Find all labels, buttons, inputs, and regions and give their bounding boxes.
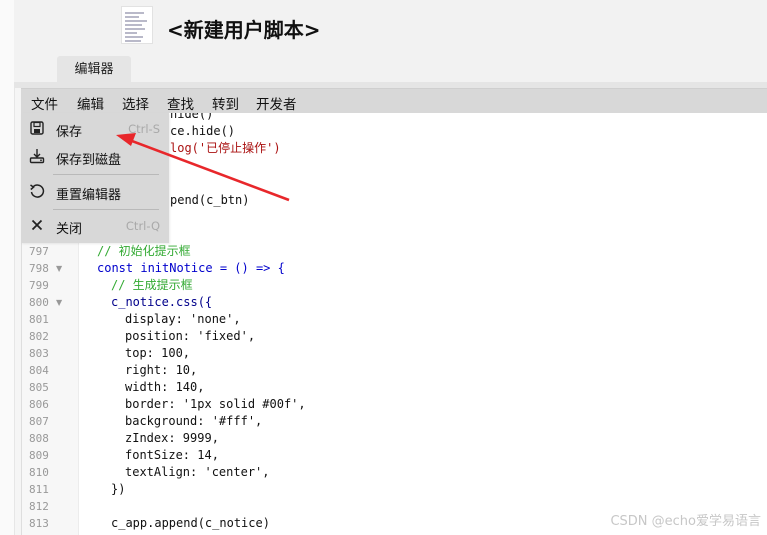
fold-arrow-icon[interactable]: ▼ [56, 264, 62, 273]
menu-goto[interactable]: 转到 [212, 93, 239, 113]
code-line: border: '1px solid #00f', [125, 397, 306, 411]
script-thumbnail [121, 6, 153, 44]
code-line: fontSize: 14, [125, 448, 219, 462]
line-number: 809 [29, 449, 49, 462]
code-line: zIndex: 9999, [125, 431, 219, 445]
line-number: 800 [29, 296, 49, 309]
line-number: 798 [29, 262, 49, 275]
code-line: top: 100, [125, 346, 191, 360]
tab-editor[interactable]: 编辑器 [57, 56, 131, 82]
code-line: display: 'none', [125, 312, 241, 326]
code-line: background: '#fff', [125, 414, 263, 428]
code-line: c_app.append(c_notice) [111, 516, 270, 530]
save-icon [30, 121, 44, 135]
code-line: position: 'fixed', [125, 329, 256, 343]
code-line: pend(c_btn) [170, 193, 250, 207]
code-line: ce.hide() [170, 124, 236, 138]
line-number: 803 [29, 347, 49, 360]
code-line: c_notice.css({ [111, 295, 213, 309]
menu-file[interactable]: 文件 [31, 93, 58, 113]
reset-icon [30, 184, 45, 198]
line-number: 807 [29, 415, 49, 428]
menu-developer[interactable]: 开发者 [256, 93, 297, 113]
menu-item-close[interactable]: 关闭 Ctrl-Q [21, 213, 169, 239]
line-number: 805 [29, 381, 49, 394]
line-number: 801 [29, 313, 49, 326]
line-number: 812 [29, 500, 49, 513]
watermark: CSDN @echo爱学易语言 [610, 514, 761, 529]
code-line: log('已停止操作') [170, 141, 281, 155]
page-title: <新建用户脚本> [167, 18, 321, 42]
line-number: 804 [29, 364, 49, 377]
line-number: 806 [29, 398, 49, 411]
menu-separator [53, 209, 159, 210]
menu-item-label: 保存到磁盘 [56, 153, 122, 168]
menu-bar: 文件 编辑 选择 查找 转到 开发者 [21, 88, 767, 113]
code-line: const initNotice = () => { [97, 261, 285, 275]
page-header: <新建用户脚本> 编辑器 [14, 0, 767, 82]
line-number: 811 [29, 483, 49, 496]
save-to-disk-icon [29, 149, 45, 164]
code-line: right: 10, [125, 363, 198, 377]
line-number: 797 [29, 245, 49, 258]
line-number: 813 [29, 517, 49, 530]
code-line: // 初始化提示框 [97, 244, 191, 258]
line-number: 810 [29, 466, 49, 479]
menu-edit[interactable]: 编辑 [77, 93, 104, 113]
shortcut-label: Ctrl-Q [125, 219, 160, 233]
menu-item-label: 保存 [56, 125, 83, 140]
code-line: }) [111, 482, 126, 496]
code-line: // 生成提示框 [111, 278, 193, 292]
line-number: 799 [29, 279, 49, 292]
code-line: textAlign: 'center', [125, 465, 270, 479]
menu-select[interactable]: 选择 [122, 93, 149, 113]
menu-item-save[interactable]: 保存 Ctrl-S [21, 116, 169, 142]
menu-separator [53, 174, 159, 175]
menu-find[interactable]: 查找 [167, 93, 194, 113]
menu-item-label: 关闭 [56, 222, 83, 237]
close-icon [31, 219, 43, 231]
line-number: 802 [29, 330, 49, 343]
line-number: 808 [29, 432, 49, 445]
fold-arrow-icon[interactable]: ▼ [56, 298, 62, 307]
shortcut-label: Ctrl-S [128, 122, 160, 136]
code-line: hide() [170, 113, 214, 121]
menu-item-label: 重置编辑器 [56, 188, 122, 203]
code-line: width: 140, [125, 380, 205, 394]
file-menu-dropdown: 保存 Ctrl-S 保存到磁盘 重置编辑器 关闭 Ctrl-Q [21, 113, 169, 243]
menu-item-save-to-disk[interactable]: 保存到磁盘 [21, 144, 169, 170]
left-page-edge [0, 0, 15, 535]
menu-item-reset-editor[interactable]: 重置编辑器 [21, 179, 169, 205]
